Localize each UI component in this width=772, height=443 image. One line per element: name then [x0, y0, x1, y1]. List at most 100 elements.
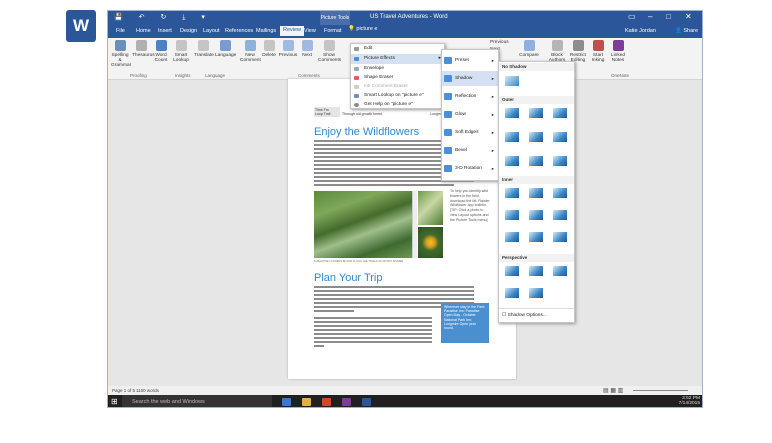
next-comment-button[interactable]: Next: [300, 40, 314, 58]
shadow-option[interactable]: [505, 210, 519, 220]
spelling-grammar-button[interactable]: Spelling & Grammar: [111, 40, 131, 68]
shadow-option[interactable]: [553, 188, 567, 198]
menu-item-get-help[interactable]: Get Help on "picture e": [351, 100, 444, 110]
file-explorer-icon[interactable]: [302, 398, 311, 406]
windows-start-icon[interactable]: ⊞: [111, 397, 118, 406]
ribbon-options-icon[interactable]: ▭: [628, 12, 636, 21]
shadow-option[interactable]: [529, 108, 543, 118]
paragraph-line: [314, 286, 474, 288]
user-name[interactable]: Katie Jordan: [625, 28, 656, 34]
zoom-slider[interactable]: [633, 390, 688, 391]
tell-me-input[interactable]: picture e: [356, 26, 377, 32]
block-authors-button[interactable]: Block Authors: [548, 40, 566, 63]
view-mode-icons[interactable]: ▤ ▦ ▥: [603, 387, 623, 394]
new-comment-button[interactable]: New Comment: [240, 40, 261, 63]
share-button[interactable]: 👤 Share: [675, 28, 698, 34]
shadow-option[interactable]: [529, 188, 543, 198]
group-onenote: OneNote: [611, 73, 630, 78]
word-count-indicator[interactable]: 1100 words: [136, 388, 159, 393]
group-comments: Comments: [298, 73, 320, 78]
minimize-icon[interactable]: –: [648, 12, 652, 21]
block-authors-icon: [551, 40, 563, 51]
effect-3d-rotation[interactable]: 3-D Rotation ▸: [442, 161, 498, 176]
word-logo-letter: W: [72, 16, 90, 35]
quick-access-toolbar[interactable]: 💾 ↶ ↻ ⤓ ▾: [114, 13, 212, 22]
shadow-option[interactable]: [553, 108, 567, 118]
shadow-option[interactable]: [505, 188, 519, 198]
shadow-option[interactable]: [553, 210, 567, 220]
delete-comment-button[interactable]: Delete: [262, 40, 276, 58]
tracking-previous-button[interactable]: Previous: [490, 40, 510, 45]
word-window: 💾 ↶ ↻ ⤓ ▾ Picture Tools US Travel Advent…: [107, 10, 703, 408]
tell-me-box[interactable]: 💡 picture e: [348, 26, 378, 32]
restrict-editing-button[interactable]: Restrict Editing: [568, 40, 588, 63]
linked-notes-button[interactable]: Linked Notes: [609, 40, 627, 63]
edge-icon[interactable]: [282, 398, 291, 406]
tab-home[interactable]: Home: [136, 28, 151, 34]
taskbar-clock[interactable]: 3:52 PM 7/14/2015: [660, 396, 700, 406]
effect-preset[interactable]: Preset ▸: [442, 53, 498, 68]
word-taskbar-icon[interactable]: [362, 398, 371, 406]
shadow-option[interactable]: [505, 132, 519, 142]
tab-file[interactable]: File: [116, 28, 125, 34]
translate-button[interactable]: Translate: [194, 40, 214, 58]
shadow-options-link[interactable]: ☐ Shadow Options...: [499, 308, 574, 322]
tab-mailings[interactable]: Mailings: [256, 28, 276, 34]
smart-lookup-button[interactable]: Smart Lookup: [172, 40, 190, 63]
page-indicator[interactable]: Page 1 of 5: [112, 388, 135, 393]
shadow-option[interactable]: [505, 266, 519, 276]
previous-comment-button[interactable]: Previous: [278, 40, 298, 58]
flower-photo-small[interactable]: [418, 191, 443, 225]
shadow-option[interactable]: [529, 210, 543, 220]
effect-reflection[interactable]: Reflection ▸: [442, 89, 498, 104]
start-inking-button[interactable]: Start Inking: [589, 40, 607, 63]
onenote-taskbar-icon[interactable]: [342, 398, 351, 406]
tab-layout[interactable]: Layout: [203, 28, 220, 34]
shadow-option[interactable]: [553, 132, 567, 142]
language-button[interactable]: Language: [215, 40, 236, 58]
compare-button[interactable]: Compare: [518, 40, 540, 58]
shadow-option[interactable]: [529, 132, 543, 142]
maximize-icon[interactable]: □: [666, 12, 671, 21]
shadow-option[interactable]: [553, 232, 567, 242]
word-count-button[interactable]: Word Count: [153, 40, 169, 63]
menu-item-edit[interactable]: Edit: [351, 44, 444, 54]
shadow-option[interactable]: [505, 156, 519, 166]
start-inking-label: Start Inking: [591, 53, 605, 63]
shadow-option[interactable]: [505, 232, 519, 242]
effect-bevel[interactable]: Bevel ▸: [442, 143, 498, 158]
close-icon[interactable]: ✕: [685, 12, 692, 21]
shadow-option[interactable]: [505, 288, 519, 298]
tab-view[interactable]: View: [304, 28, 316, 34]
shadow-option[interactable]: [553, 266, 567, 276]
tab-references[interactable]: References: [225, 28, 253, 34]
shadow-option[interactable]: [529, 232, 543, 242]
scissors-icon: [354, 47, 359, 51]
shadow-option[interactable]: [553, 156, 567, 166]
window-title: US Travel Adventures - Word: [370, 14, 448, 20]
paragraph-line: [314, 337, 432, 339]
wildflower-photo[interactable]: [314, 191, 412, 258]
photo-scroll-strip[interactable]: [412, 191, 417, 258]
tab-review[interactable]: Review: [280, 26, 305, 36]
show-comments-button[interactable]: Show Comments: [318, 40, 341, 63]
tab-design[interactable]: Design: [180, 28, 197, 34]
shadow-option[interactable]: [529, 288, 543, 298]
yellow-flower-photo[interactable]: [418, 227, 443, 258]
shadow-option[interactable]: [505, 76, 519, 86]
tab-insert[interactable]: Insert: [158, 28, 172, 34]
reflection-icon: [444, 93, 452, 100]
thesaurus-button[interactable]: Thesaurus: [132, 40, 155, 58]
powerpoint-icon[interactable]: [322, 398, 331, 406]
effect-glow[interactable]: Glow ▸: [442, 107, 498, 122]
taskbar-search-box[interactable]: Search the web and Windows: [122, 395, 272, 407]
next-comment-icon: [301, 40, 313, 51]
shadow-option[interactable]: [529, 266, 543, 276]
effect-shadow[interactable]: Shadow ▸: [442, 71, 498, 86]
menu-item-picture-effects[interactable]: Picture Effects ▸: [351, 54, 444, 64]
shadow-option[interactable]: [529, 156, 543, 166]
shadow-option[interactable]: [505, 108, 519, 118]
tab-format[interactable]: Format: [324, 28, 341, 34]
effect-soft-edges[interactable]: Soft Edges ▸: [442, 125, 498, 140]
menu-item-label: Picture Effects: [364, 56, 395, 61]
